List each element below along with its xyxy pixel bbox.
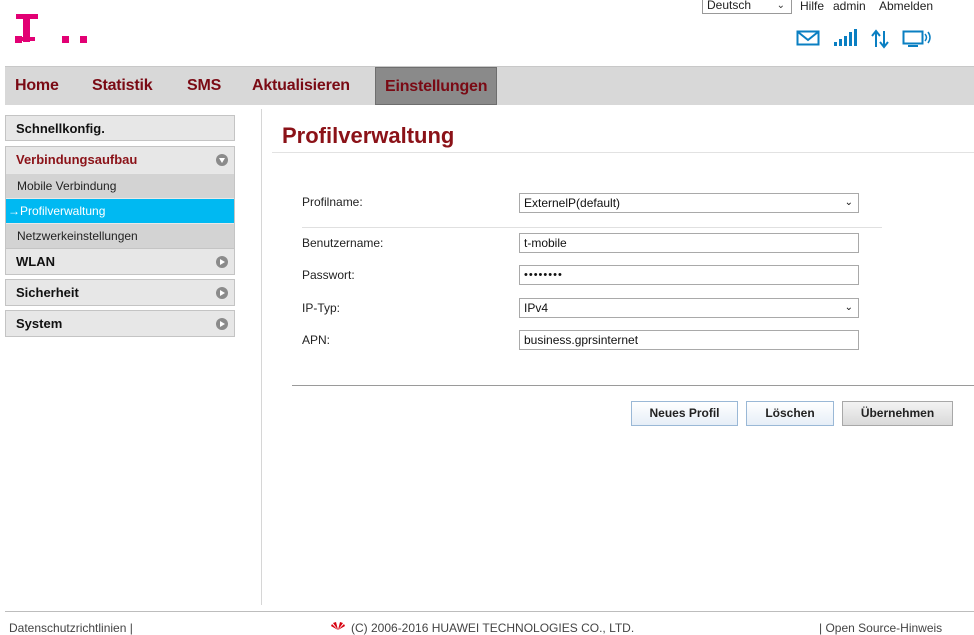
password-field[interactable]: ••••••••: [519, 265, 859, 285]
sidebar-security-label: Sicherheit: [16, 285, 79, 300]
username-field[interactable]: t-mobile: [519, 233, 859, 253]
sidebar-quick-setup[interactable]: Schnellkonfig.: [5, 115, 235, 141]
sidebar-security[interactable]: Sicherheit: [5, 279, 235, 306]
delete-button[interactable]: Löschen: [746, 401, 834, 426]
connection-icon[interactable]: [902, 29, 932, 49]
arrow-right-icon: →: [8, 204, 20, 218]
sidebar-quick-setup-label: Schnellkonfig.: [16, 121, 105, 136]
mail-icon[interactable]: [796, 29, 820, 47]
sidebar-connection-header[interactable]: Verbindungsaufbau: [6, 147, 234, 173]
sidebar-wlan-label: WLAN: [16, 254, 55, 269]
chevron-down-icon: ⌄: [844, 197, 853, 208]
chevron-down-icon: ⌄: [844, 302, 853, 313]
expand-icon: [216, 318, 228, 330]
sidebar-system[interactable]: System: [5, 310, 235, 337]
page-title: Profilverwaltung: [282, 123, 455, 148]
language-select[interactable]: Deutsch ⌄: [702, 0, 792, 14]
nav-sms[interactable]: SMS: [187, 67, 221, 105]
sidebar-system-label: System: [16, 316, 63, 331]
apply-button[interactable]: Übernehmen: [842, 401, 953, 426]
opensource-link[interactable]: | Open Source-Hinweis: [819, 621, 942, 635]
iptype-value: IPv4: [524, 301, 549, 315]
nav-home[interactable]: Home: [15, 67, 59, 105]
sidebar-item-mobile-connection[interactable]: Mobile Verbindung: [6, 173, 234, 198]
nav-aktualisieren[interactable]: Aktualisieren: [252, 67, 350, 105]
sidebar-item-label: Profilverwaltung: [20, 204, 106, 218]
sidebar-item-profile-management[interactable]: →Profilverwaltung: [6, 198, 234, 223]
divider: [302, 227, 882, 228]
privacy-link[interactable]: Datenschutzrichtlinien |: [9, 621, 133, 635]
username-label: Benutzername:: [302, 236, 384, 250]
apn-field[interactable]: business.gprsinternet: [519, 330, 859, 350]
nav-einstellungen[interactable]: Einstellungen: [375, 67, 498, 105]
logout-link[interactable]: Abmelden: [879, 0, 933, 13]
sidebar-wlan[interactable]: WLAN: [5, 248, 235, 275]
expand-icon: [216, 287, 228, 299]
sidebar-item-network-settings[interactable]: Netzwerkeinstellungen: [6, 223, 234, 248]
signal-icon: [834, 29, 857, 46]
divider: [292, 385, 974, 386]
main-nav: Home Statistik SMS Aktualisieren Einstel…: [5, 66, 974, 105]
expand-icon: [216, 256, 228, 268]
content-area: Profilverwaltung Profilname: ExternelP(d…: [261, 109, 974, 605]
new-profile-button[interactable]: Neues Profil: [631, 401, 738, 426]
sidebar-connection: Verbindungsaufbau Mobile Verbindung →Pro…: [5, 146, 235, 249]
password-label: Passwort:: [302, 268, 355, 282]
iptype-label: IP-Typ:: [302, 301, 341, 315]
apn-label: APN:: [302, 333, 331, 347]
language-value: Deutsch: [707, 0, 752, 12]
profile-select[interactable]: ExternelP(default) ⌄: [519, 193, 859, 213]
sidebar-connection-label: Verbindungsaufbau: [16, 152, 138, 167]
profile-value: ExternelP(default): [524, 196, 621, 210]
footer-divider: [5, 611, 974, 612]
divider: [272, 152, 974, 153]
data-transfer-icon: [871, 29, 889, 49]
nav-statistik[interactable]: Statistik: [92, 67, 153, 105]
chevron-down-icon: ⌄: [776, 0, 785, 11]
help-link[interactable]: Hilfe: [800, 0, 824, 13]
iptype-select[interactable]: IPv4 ⌄: [519, 298, 859, 318]
user-link[interactable]: admin: [833, 0, 866, 13]
profile-label: Profilname:: [302, 195, 363, 209]
copyright-text: (C) 2006-2016 HUAWEI TECHNOLOGIES CO., L…: [351, 621, 635, 635]
collapse-icon: [216, 154, 228, 166]
